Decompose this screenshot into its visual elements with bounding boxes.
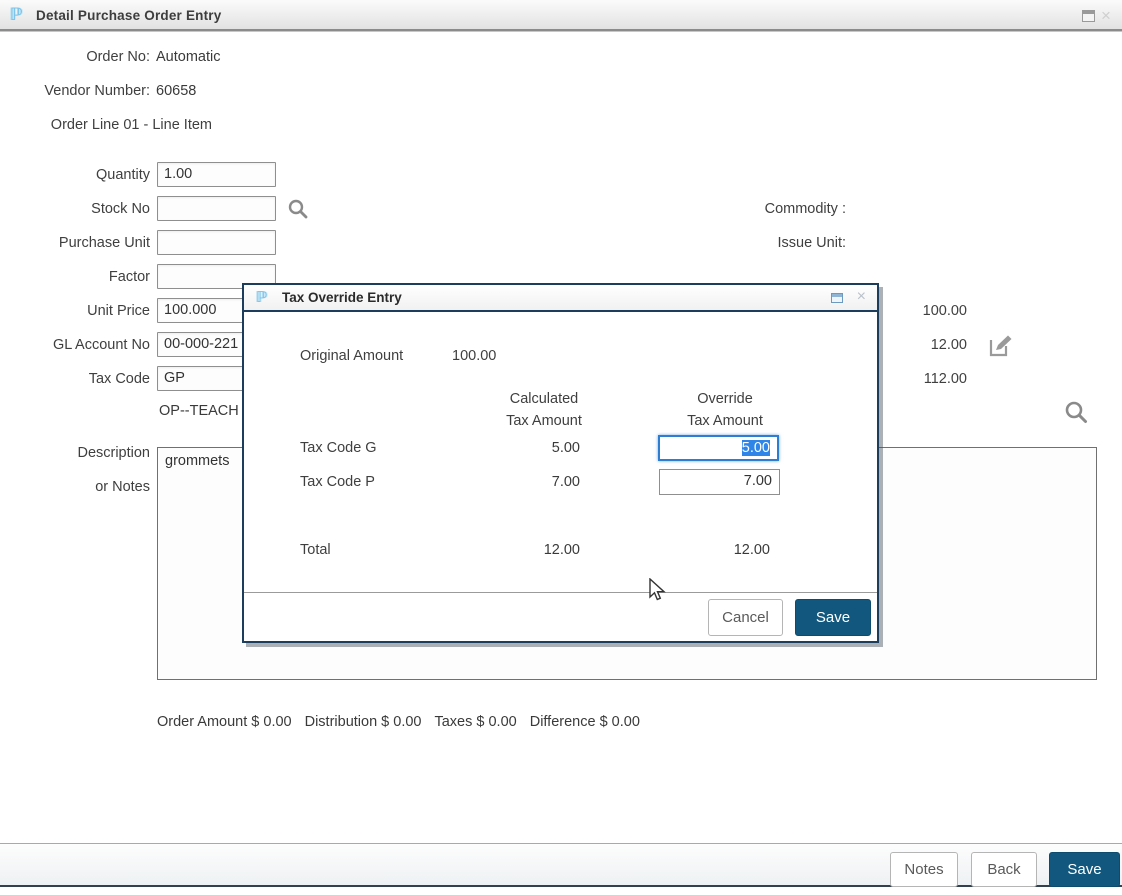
quantity-input[interactable]: 1.00	[157, 162, 276, 187]
purchase-unit-label: Purchase Unit	[0, 235, 150, 251]
tax-code-g-calculated: 5.00	[480, 440, 580, 456]
original-amount-label: Original Amount	[300, 348, 403, 364]
tax-code-g-override-input[interactable]: 5.00	[658, 435, 779, 461]
quantity-label: Quantity	[0, 167, 150, 183]
stock-no-search-icon[interactable]	[287, 198, 309, 225]
dialog-restore-icon[interactable]	[831, 293, 843, 303]
gl-account-label: GL Account No	[0, 337, 150, 353]
issue-unit-label: Issue Unit:	[700, 235, 846, 251]
calculated-header-line2: Tax Amount	[474, 413, 614, 429]
distribution-total: Distribution $ 0.00	[305, 714, 422, 730]
order-no-value: Automatic	[156, 49, 220, 65]
taxes-total: Taxes $ 0.00	[434, 714, 516, 730]
order-line-text: Order Line 01 - Line Item	[0, 117, 212, 133]
stock-no-input[interactable]	[157, 196, 276, 221]
back-button[interactable]: Back	[971, 852, 1037, 887]
vendor-number-label: Vendor Number:	[0, 83, 150, 99]
tax-code-label: Tax Code	[0, 371, 150, 387]
tax-override-dialog: ℙ Tax Override Entry × Original Amount 1…	[242, 283, 879, 643]
vendor-number-value: 60658	[156, 83, 196, 99]
tax-code-g-label: Tax Code G	[300, 440, 377, 456]
window-titlebar: ℙ Detail Purchase Order Entry ×	[0, 0, 1122, 31]
original-amount-value: 100.00	[452, 348, 496, 364]
tax-code-description: OP--TEACH	[159, 403, 239, 419]
tax-code-p-override-input[interactable]: 7.00	[659, 469, 780, 495]
description-label-line1: Description	[0, 445, 150, 461]
override-header-line2: Tax Amount	[655, 413, 795, 429]
calculated-header-line1: Calculated	[474, 391, 614, 407]
modal-cancel-button[interactable]: Cancel	[708, 599, 783, 636]
modal-total-label: Total	[300, 542, 331, 558]
unit-price-label: Unit Price	[0, 303, 150, 319]
mouse-cursor	[648, 578, 668, 607]
window-restore-icon[interactable]	[1082, 10, 1095, 22]
footer-bar: Notes Back Save	[0, 843, 1122, 887]
dialog-logo-icon: ℙ	[256, 288, 267, 306]
tax-override-titlebar: ℙ Tax Override Entry ×	[244, 285, 877, 312]
dialog-title: Tax Override Entry	[282, 290, 402, 305]
order-amount-total: Order Amount $ 0.00	[157, 714, 292, 730]
notes-button[interactable]: Notes	[890, 852, 958, 887]
difference-total: Difference $ 0.00	[530, 714, 640, 730]
window-title: Detail Purchase Order Entry	[36, 8, 221, 23]
stock-no-label: Stock No	[0, 201, 150, 217]
purchase-unit-input[interactable]	[157, 230, 276, 255]
order-no-label: Order No:	[0, 49, 150, 65]
save-button[interactable]: Save	[1049, 852, 1120, 887]
modal-footer-divider	[244, 592, 877, 593]
totals-bar: Order Amount $ 0.00 Distribution $ 0.00 …	[157, 714, 640, 730]
description-label-line2: or Notes	[0, 479, 150, 495]
tax-code-p-calculated: 7.00	[480, 474, 580, 490]
app-logo-icon: ℙ	[10, 5, 23, 25]
lookup-search-icon[interactable]	[1064, 400, 1089, 430]
window-close-icon[interactable]: ×	[1101, 7, 1111, 24]
commodity-label: Commodity :	[700, 201, 846, 217]
tax-code-p-label: Tax Code P	[300, 474, 375, 490]
edit-tax-icon[interactable]	[988, 334, 1014, 363]
modal-total-calculated: 12.00	[480, 542, 580, 558]
dialog-close-icon[interactable]: ×	[857, 288, 866, 306]
factor-label: Factor	[0, 269, 150, 285]
selected-text: 5.00	[742, 440, 770, 456]
modal-save-button[interactable]: Save	[795, 599, 871, 636]
override-header-line1: Override	[655, 391, 795, 407]
modal-total-override: 12.00	[670, 542, 770, 558]
